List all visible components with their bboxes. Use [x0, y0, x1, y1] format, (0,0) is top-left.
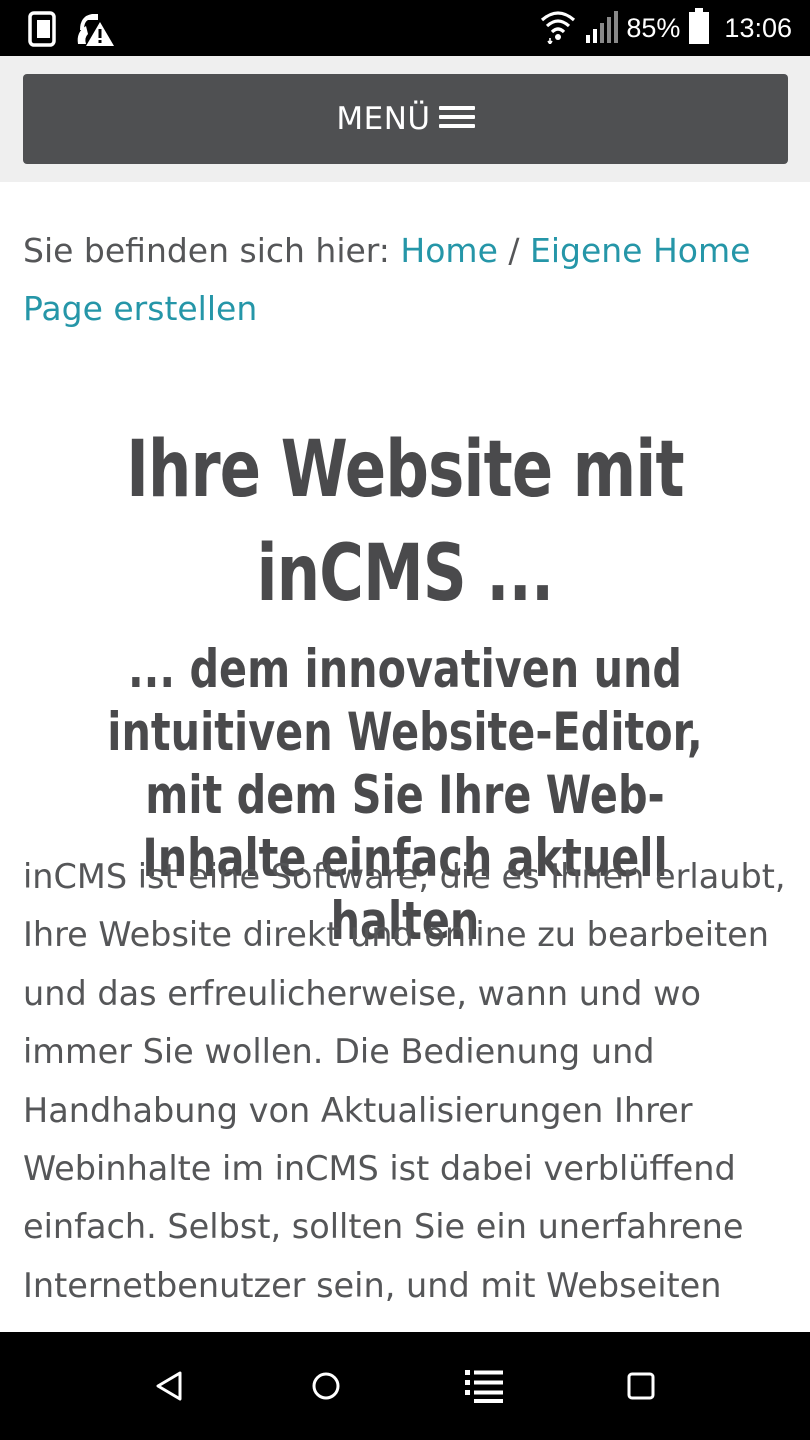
back-icon[interactable]	[147, 1366, 191, 1406]
recents-icon[interactable]	[619, 1366, 663, 1406]
menu-bar: MENÜ	[0, 56, 810, 182]
battery-icon	[688, 8, 710, 48]
menu-label: MENÜ	[336, 101, 431, 137]
battery-percentage: 85%	[626, 12, 681, 43]
navigation-bar	[0, 1332, 810, 1440]
menu-button[interactable]: MENÜ	[23, 74, 788, 164]
clock: 13:06	[724, 12, 792, 43]
menu-list-icon[interactable]	[462, 1366, 506, 1406]
breadcrumb-separator: /	[508, 231, 520, 270]
wifi-icon	[540, 8, 576, 48]
home-icon[interactable]	[304, 1366, 348, 1406]
breadcrumb-prefix: Sie befinden sich hier:	[23, 231, 390, 270]
phone-screen-icon	[28, 11, 56, 51]
status-bar: 85% 13:06	[0, 0, 810, 56]
page-content: Sie befinden sich hier: Home / Eigene Ho…	[0, 182, 810, 1332]
hamburger-icon	[438, 106, 475, 128]
signal-icon	[584, 9, 619, 47]
intro-paragraph: inCMS ist eine Software, die es Ihnen er…	[23, 857, 786, 1305]
breadcrumb-link-home[interactable]: Home	[400, 231, 497, 270]
page-title: Ihre Website mit inCMS ...	[126, 425, 684, 619]
no-sim-alert-icon	[76, 10, 116, 52]
breadcrumb: Sie befinden sich hier: Home / Eigene Ho…	[23, 222, 793, 338]
